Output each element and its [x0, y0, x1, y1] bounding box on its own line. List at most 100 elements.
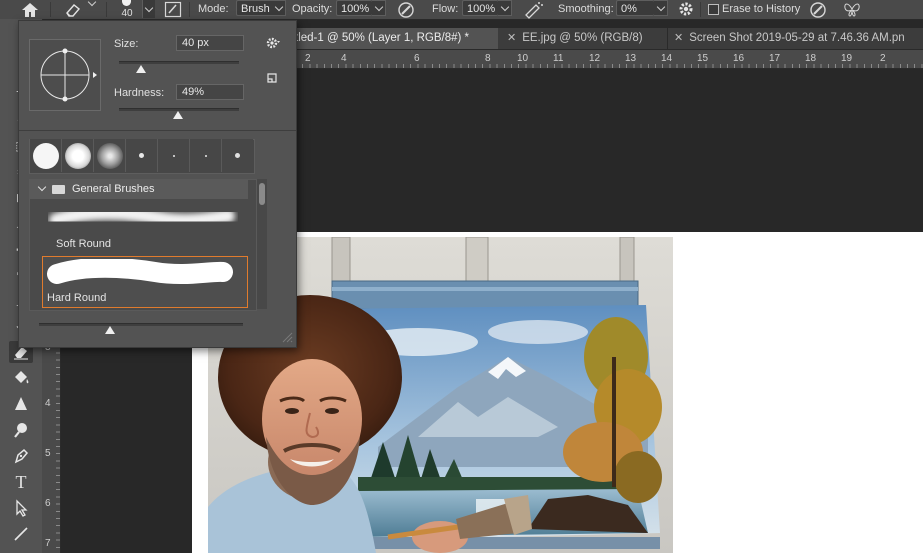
ruler-tick-label: 4	[341, 53, 347, 64]
brush-tip-preview	[32, 142, 59, 169]
ruler-tick-label: 6	[414, 53, 420, 64]
tab-untitled-1[interactable]: tled-1 @ 50% (Layer 1, RGB/8#) *	[295, 28, 498, 49]
recent-brush-soft-round-2[interactable]	[94, 139, 126, 172]
tab-ee-jpg[interactable]: ✕ EE.jpg @ 50% (RGB/8)	[507, 28, 665, 49]
brush-tip-preview	[96, 142, 123, 169]
brush-folder-general[interactable]: General Brushes	[30, 180, 248, 199]
brush-list-scrollbar[interactable]	[257, 179, 267, 309]
preview-size-slider-track[interactable]	[39, 323, 243, 326]
ruler-tick-label: 7	[45, 538, 51, 549]
soft-round-stroke-preview	[49, 206, 235, 228]
home-icon[interactable]	[20, 1, 40, 18]
blur-tool-icon[interactable]	[9, 393, 33, 415]
ruler-tick-label: 13	[625, 53, 637, 64]
ruler-tick-label: 8	[485, 53, 491, 64]
settings-gear-icon[interactable]	[676, 0, 696, 19]
smoothing-label: Smoothing:	[558, 3, 614, 15]
opacity-label: Opacity:	[292, 3, 333, 15]
panel-divider	[19, 130, 296, 131]
smoothing-dropdown[interactable]	[654, 0, 668, 16]
erase-history-checkbox[interactable]	[708, 4, 719, 15]
brush-settings-icon[interactable]	[164, 1, 182, 18]
type-tool-icon[interactable]: T	[9, 471, 33, 493]
smoothing-input[interactable]: 0%	[616, 0, 654, 16]
brush-item-soft-round[interactable]: Soft Round	[30, 202, 248, 252]
recent-brush-small-1[interactable]	[126, 139, 158, 172]
folder-name: General Brushes	[72, 183, 155, 195]
ruler-tick-label: 5	[45, 448, 51, 459]
ruler-tick-label: 2	[305, 53, 311, 64]
tab-screenshot[interactable]: ✕ Screen Shot 2019-05-29 at 7.46.36 AM.pn	[667, 28, 923, 49]
new-preset-icon[interactable]	[265, 71, 279, 85]
pressure-size-icon[interactable]	[808, 0, 828, 19]
ruler-tick-label: 11	[553, 53, 564, 64]
flow-input[interactable]: 100%	[462, 0, 498, 16]
close-tab-icon[interactable]: ✕	[507, 32, 516, 44]
path-selection-icon[interactable]	[9, 497, 33, 519]
ruler-tick-label: 10	[517, 53, 529, 64]
flow-label: Flow:	[432, 3, 459, 15]
close-tab-icon[interactable]: ✕	[674, 32, 683, 44]
mode-dropdown[interactable]	[272, 0, 286, 16]
recent-brush-small-4[interactable]	[222, 139, 253, 172]
tool-preset-dropdown[interactable]	[87, 0, 99, 14]
brush-size-label: 40	[121, 8, 133, 19]
options-bar: 40 Mode: Brush Opacity: 100% Flow: 100% …	[0, 0, 923, 20]
size-slider-thumb[interactable]	[135, 65, 146, 73]
ruler-tick-label: 19	[841, 53, 853, 64]
brush-tip-preview	[235, 153, 240, 158]
hardness-input[interactable]: 49%	[176, 84, 244, 100]
opacity-dropdown[interactable]	[372, 0, 386, 16]
brush-angle-widget[interactable]	[29, 39, 101, 111]
ruler-tick-label: 14	[661, 53, 673, 64]
brush-tip-preview	[204, 154, 207, 157]
document-tabs: tled-1 @ 50% (Layer 1, RGB/8#) * ✕ EE.jpg…	[295, 28, 923, 50]
brush-preset-dropdown[interactable]	[142, 0, 155, 18]
size-input[interactable]: 40 px	[176, 35, 244, 51]
line-tool-icon[interactable]	[9, 523, 33, 545]
ruler-tick-label: 2	[880, 53, 886, 64]
size-slider-track[interactable]	[119, 61, 239, 64]
eraser-icon[interactable]	[63, 1, 83, 18]
hard-round-stroke-preview	[47, 259, 233, 284]
horizontal-ruler: 2 4 6 8 10 11 12 13 14 15 16 17 18 19 2	[295, 50, 923, 69]
brush-preset-picker[interactable]: 40	[112, 0, 142, 19]
flow-dropdown[interactable]	[498, 0, 512, 16]
mode-label: Mode:	[198, 3, 229, 15]
panel-settings-gear-icon[interactable]	[265, 36, 281, 50]
ruler-tick-label: 12	[589, 53, 601, 64]
brush-list: General Brushes Soft Round Hard Round	[29, 179, 257, 311]
mode-select[interactable]: Brush	[236, 0, 272, 16]
scrollbar-thumb[interactable]	[259, 183, 265, 205]
recent-brush-soft-round[interactable]	[62, 139, 94, 172]
ruler-tick-label: 16	[733, 53, 745, 64]
hardness-label: Hardness:	[114, 87, 165, 99]
dodge-tool-icon[interactable]	[9, 419, 33, 441]
size-label: Size:	[114, 38, 139, 50]
chevron-down-icon	[37, 182, 47, 192]
brush-preset-picker-panel: Size: 40 px Hardness: 49% General Brushe…	[18, 20, 297, 348]
ruler-tick-label: 15	[697, 53, 709, 64]
paint-bucket-icon[interactable]	[9, 367, 33, 389]
ruler-tick-label: 18	[805, 53, 817, 64]
pen-tool-icon[interactable]	[9, 445, 33, 467]
brush-tip-preview	[172, 154, 175, 157]
recent-brush-hard-round[interactable]	[30, 139, 62, 172]
preview-size-slider-thumb[interactable]	[105, 326, 116, 334]
brush-name: Soft Round	[56, 238, 112, 250]
airbrush-icon[interactable]	[522, 0, 544, 19]
recent-brush-small-3[interactable]	[190, 139, 222, 172]
pressure-opacity-icon[interactable]	[396, 0, 416, 19]
opacity-input[interactable]: 100%	[336, 0, 372, 16]
resize-grip-icon[interactable]	[281, 331, 293, 343]
recent-brush-small-2[interactable]	[158, 139, 190, 172]
brush-item-hard-round[interactable]: Hard Round	[42, 256, 248, 308]
ruler-tick-label: 4	[45, 398, 51, 409]
folder-icon	[52, 185, 65, 194]
brush-tip-preview	[64, 142, 91, 169]
hardness-slider-thumb[interactable]	[172, 111, 183, 119]
butterfly-icon[interactable]	[842, 0, 862, 19]
tab-label: EE.jpg @ 50% (RGB/8)	[522, 32, 643, 44]
tab-label: Screen Shot 2019-05-29 at 7.46.36 AM.pn	[689, 32, 905, 44]
ruler-tick-label: 6	[45, 498, 51, 509]
